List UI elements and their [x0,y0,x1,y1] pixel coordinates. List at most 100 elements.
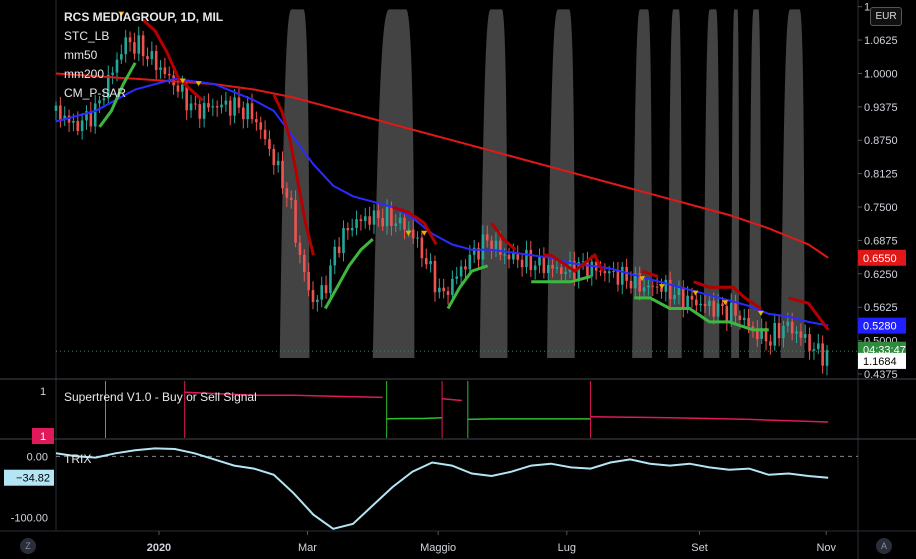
candle-body [350,227,354,231]
symbol-title: RCS MEDIAGROUP, 1D, MIL [64,10,224,24]
candle-body [320,285,324,300]
candle-body [490,240,493,250]
candle-body [355,219,358,228]
candle-body [564,271,567,274]
indicator-mm50[interactable]: mm50 [64,46,223,65]
candle-body [677,287,681,296]
candle-body [198,104,202,119]
indicator-mm200[interactable]: mm200 [64,65,223,84]
candle-body [468,254,472,270]
candle-body [54,105,58,111]
stc-region [372,9,415,358]
price-axis-label: 0.8125 [864,169,898,181]
candle-body [708,300,711,307]
candle-body [363,216,367,221]
stc-region [279,9,310,358]
candle-body [294,199,297,243]
candle-body [538,256,541,266]
indicator-psar[interactable]: CM_P-SAR [64,84,223,103]
candle-body [485,234,489,241]
candle-body [311,290,315,303]
price-axis-label: 0.5625 [864,302,898,314]
candle-body [316,299,319,303]
candle-body [795,331,798,334]
stc-region [780,9,805,358]
candle-body [307,272,310,291]
candle-body [189,103,193,111]
price-axis-label: 0.6875 [864,235,898,247]
candle-body [211,106,215,108]
candle-body [616,270,620,285]
trix-axis-label: -100.00 [11,513,48,525]
candle-body [398,217,402,224]
candle-body [368,216,371,225]
svg-text:0.5280: 0.5280 [863,321,897,333]
candle-body [438,287,441,293]
price-axis-label: 0.7500 [864,202,898,214]
price-axis-label: 1.0000 [864,68,898,80]
zoom-icon[interactable]: Z [20,538,36,554]
supertrend-value-label: 1 [32,428,54,444]
candle-body [372,210,376,225]
candle-body [825,350,829,366]
candle-body [302,254,306,273]
chart-legend: RCS MEDIAGROUP, 1D, MIL STC_LB mm50 mm20… [64,8,223,103]
candle-body [695,299,698,306]
time-axis-label: Mar [298,542,317,554]
candle-body [799,331,803,338]
candle-body [442,287,445,292]
candle-body [233,97,236,116]
supertrend-up-line [467,418,591,421]
candle-body [590,261,594,277]
candle-body [647,285,650,288]
candle-body [329,265,332,294]
stc-region [632,9,652,358]
candle-body [790,321,794,334]
svg-text:1.1684: 1.1684 [863,356,897,368]
auto-scale-icon[interactable]: A [876,538,892,554]
candle-body [499,240,502,255]
candle-body [324,285,328,294]
trix-axis-label: 0.00 [27,451,48,463]
candle-body [80,120,84,131]
candle-body [259,122,263,130]
candle-body [747,317,750,327]
candle-body [681,287,685,309]
candle-body [529,249,533,270]
candle-body [451,278,454,295]
indicator-stc[interactable]: STC_LB [64,27,223,46]
sell-signal-icon [692,290,699,296]
candle-body [738,315,742,321]
candle-body [298,242,302,255]
time-axis-label: Nov [816,542,836,554]
candle-body [751,326,755,329]
candle-body [507,254,511,260]
price-axis-label: 0.9375 [864,102,898,114]
candle-body [246,103,249,120]
candle-body [742,317,746,321]
candle-body [390,207,393,227]
psar-up-line [323,237,374,310]
candle-body [342,228,345,254]
candle-body [250,103,254,120]
candle-body [459,266,463,277]
candle-body [817,343,820,350]
candle-body [703,303,707,307]
candle-body [263,129,267,140]
candle-body [455,276,459,279]
price-axis-label: 0.6250 [864,269,898,281]
candle-body [803,334,807,338]
currency-button[interactable]: EUR [870,7,902,26]
candle-body [721,303,724,306]
candle-body [664,279,668,292]
time-axis-label: Set [691,542,708,554]
candle-body [272,148,276,166]
candle-body [385,207,389,227]
candle-body [777,322,781,339]
candle-body [433,261,437,293]
sell-signal-icon [658,284,665,290]
candle-body [407,229,411,231]
svg-text:0.6550: 0.6550 [863,253,897,265]
stc-region [547,9,575,358]
candle-body [89,111,93,127]
